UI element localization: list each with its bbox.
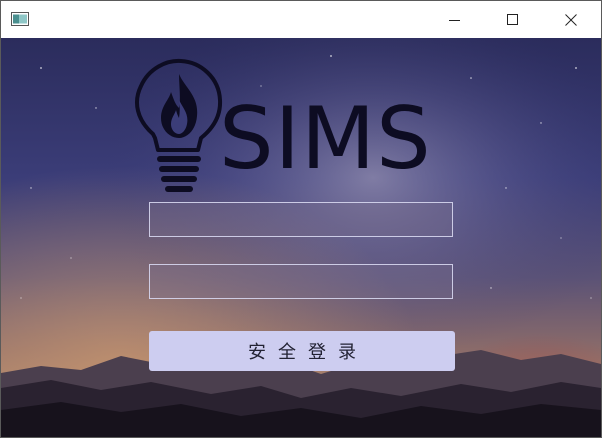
close-icon [565,13,577,26]
close-button[interactable] [542,1,600,38]
maximize-icon [507,13,518,25]
login-panel: SIMS 安全登录 [1,38,601,437]
title-bar[interactable] [1,1,601,38]
minimize-icon [449,19,460,21]
username-input[interactable] [149,202,453,237]
secure-login-button[interactable]: 安全登录 [149,331,455,371]
maximize-button[interactable] [484,1,542,38]
password-input[interactable] [149,264,453,299]
window-app-icon [11,12,29,26]
app-logo-text: SIMS [219,89,432,189]
login-window: SIMS 安全登录 [0,0,602,438]
minimize-button[interactable] [426,1,484,38]
